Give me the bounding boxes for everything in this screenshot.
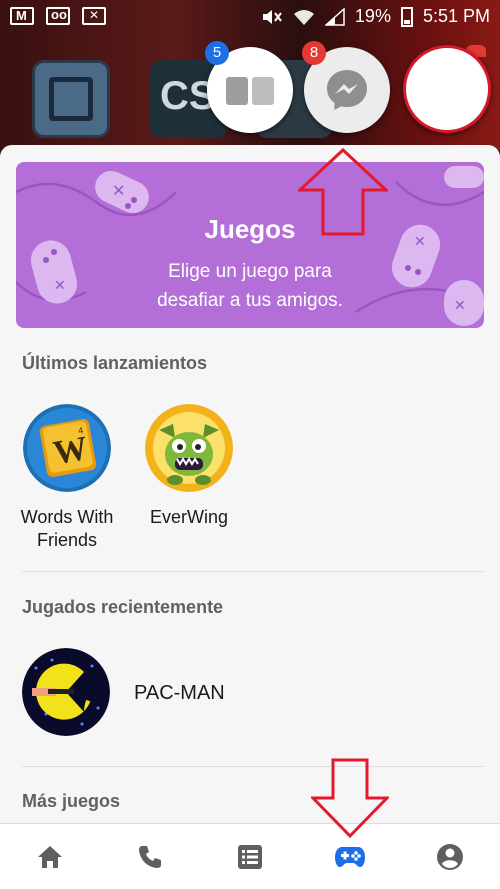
recent-game-row-pacman[interactable]: PAC-MAN <box>22 648 482 740</box>
list-icon <box>238 844 262 869</box>
game-tile-everwing[interactable]: EverWing <box>134 404 244 529</box>
status-bar: 19% 5:51 PM <box>0 0 500 36</box>
section-title-recent: Jugados recientemente <box>22 597 224 617</box>
games-sheet: ✕ ✕ ✕ ✕ Juegos Elige un juego para desaf… <box>0 145 500 889</box>
voicemail-icon <box>46 7 70 25</box>
nav-calls[interactable] <box>100 824 200 889</box>
nav-home[interactable] <box>0 824 100 889</box>
divider <box>22 571 484 572</box>
divider <box>22 766 484 767</box>
bottom-nav <box>0 823 500 889</box>
mute-icon <box>262 9 282 24</box>
profile-icon <box>437 843 463 870</box>
chat-head-messenger[interactable]: 8 <box>302 41 390 133</box>
gmail-icon <box>10 7 34 25</box>
battery-percent: 19% <box>354 6 391 26</box>
nav-profile[interactable] <box>400 824 500 889</box>
home-app-icon <box>32 60 110 138</box>
words-with-friends-icon: W 4 <box>23 404 111 492</box>
unread-badge: 5 <box>205 41 229 65</box>
signal-icon <box>324 7 345 26</box>
battery-icon <box>400 6 413 27</box>
unread-badge: 8 <box>302 41 326 65</box>
section-title-more: Más juegos <box>22 791 121 811</box>
game-label: EverWing <box>149 507 229 527</box>
missed-notification-icon <box>82 7 106 25</box>
annotation-arrow-down <box>311 758 389 838</box>
pacman-icon <box>22 648 110 736</box>
everwing-icon <box>145 404 233 492</box>
cards-icon <box>226 77 274 105</box>
banner-title: Juegos <box>204 214 296 244</box>
game-label: Words With Friends <box>20 507 114 550</box>
section-title-latest: Últimos lanzamientos <box>22 353 208 373</box>
nav-list[interactable] <box>200 824 300 889</box>
wifi-icon <box>293 9 314 25</box>
annotation-arrow-up <box>298 148 388 236</box>
game-label: PAC-MAN <box>134 682 225 704</box>
svg-text:✕: ✕ <box>112 181 125 200</box>
chat-head-contact[interactable] <box>403 45 491 133</box>
banner-subtitle: Elige un juego para desafiar a tus amigo… <box>157 261 343 311</box>
chat-head-cards[interactable]: 5 <box>205 41 293 133</box>
phone-icon <box>139 845 161 868</box>
messenger-icon <box>327 70 367 110</box>
game-tile-words-with-friends[interactable]: W 4 Words With Friends <box>12 404 122 552</box>
clock: 5:51 PM <box>422 6 490 26</box>
home-icon <box>38 845 62 868</box>
games-banner: ✕ ✕ ✕ ✕ Juegos Elige un juego para desaf… <box>16 162 484 328</box>
svg-text:W: W <box>51 430 91 472</box>
gamepad-icon <box>335 846 365 867</box>
